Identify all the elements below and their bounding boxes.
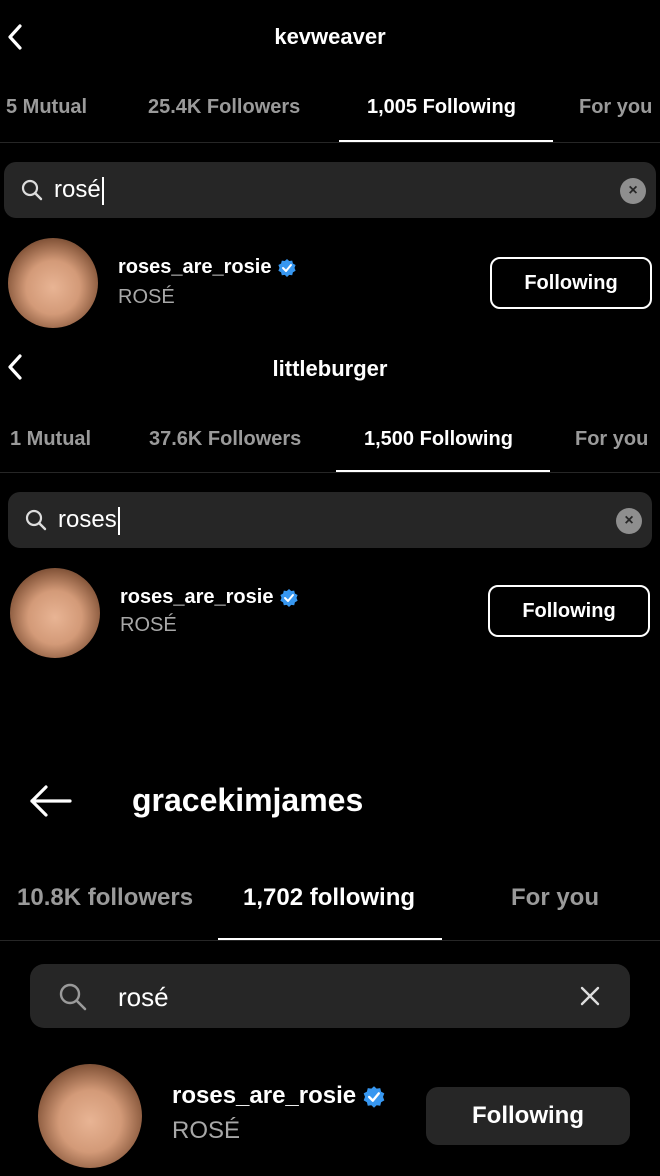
result-fullname: ROSÉ bbox=[120, 614, 177, 636]
tab-mutual[interactable]: 1 Mutual bbox=[10, 428, 91, 451]
tab-for-you[interactable]: For you bbox=[579, 96, 652, 119]
tab-divider bbox=[0, 940, 660, 941]
text-caret bbox=[117, 506, 120, 535]
search-bar[interactable]: rosé bbox=[30, 964, 630, 1028]
tab-following[interactable]: 1,500 Following bbox=[364, 428, 513, 451]
tab-for-you[interactable]: For you bbox=[575, 428, 648, 451]
tab-followers[interactable]: 25.4K Followers bbox=[148, 96, 300, 119]
page-title: littleburger bbox=[272, 356, 388, 381]
result-fullname: ROSÉ bbox=[118, 286, 175, 308]
avatar[interactable] bbox=[10, 568, 100, 658]
panel-kevweaver: kevweaver 5 Mutual 25.4K Followers 1,005… bbox=[0, 0, 660, 340]
close-icon[interactable]: × bbox=[616, 508, 642, 534]
tab-divider bbox=[0, 142, 660, 143]
search-bar[interactable]: roses × bbox=[8, 492, 652, 548]
verified-badge-icon bbox=[363, 1085, 385, 1108]
close-icon[interactable] bbox=[580, 986, 600, 1006]
search-icon bbox=[25, 509, 47, 531]
tab-followers[interactable]: 37.6K Followers bbox=[149, 428, 301, 451]
search-input[interactable]: rosé bbox=[118, 982, 169, 1013]
panel-gracekimjames: gracekimjames 10.8K followers 1,702 foll… bbox=[0, 760, 660, 1176]
text-caret bbox=[101, 176, 104, 205]
arrow-left-icon bbox=[30, 785, 72, 817]
result-username[interactable]: roses_are_rosie bbox=[120, 586, 299, 609]
result-fullname: ROSÉ bbox=[172, 1117, 241, 1144]
page-title: gracekimjames bbox=[132, 782, 364, 818]
search-icon bbox=[21, 179, 43, 201]
tab-divider bbox=[0, 472, 660, 473]
result-username[interactable]: roses_are_rosie bbox=[172, 1082, 386, 1110]
following-button[interactable]: Following bbox=[426, 1087, 630, 1145]
following-button[interactable]: Following bbox=[490, 257, 652, 309]
search-icon bbox=[59, 983, 87, 1011]
close-icon[interactable]: × bbox=[620, 178, 646, 204]
tab-following[interactable]: 1,005 Following bbox=[367, 96, 516, 119]
verified-badge-icon bbox=[280, 588, 299, 607]
back-button[interactable] bbox=[28, 784, 74, 818]
search-bar[interactable]: rosé × bbox=[4, 162, 656, 218]
tab-following[interactable]: 1,702 following bbox=[243, 884, 415, 912]
tab-for-you[interactable]: For you bbox=[511, 884, 599, 912]
page-title: kevweaver bbox=[274, 24, 386, 49]
tab-followers[interactable]: 10.8K followers bbox=[17, 884, 193, 912]
avatar[interactable] bbox=[8, 238, 98, 328]
panel-littleburger: littleburger 1 Mutual 37.6K Followers 1,… bbox=[0, 342, 660, 672]
following-button[interactable]: Following bbox=[488, 585, 650, 637]
avatar[interactable] bbox=[38, 1064, 142, 1168]
tab-mutual[interactable]: 5 Mutual bbox=[6, 96, 87, 119]
verified-badge-icon bbox=[278, 258, 297, 277]
search-input[interactable]: roses bbox=[58, 506, 120, 535]
search-input[interactable]: rosé bbox=[54, 176, 104, 205]
result-username[interactable]: roses_are_rosie bbox=[118, 256, 297, 279]
